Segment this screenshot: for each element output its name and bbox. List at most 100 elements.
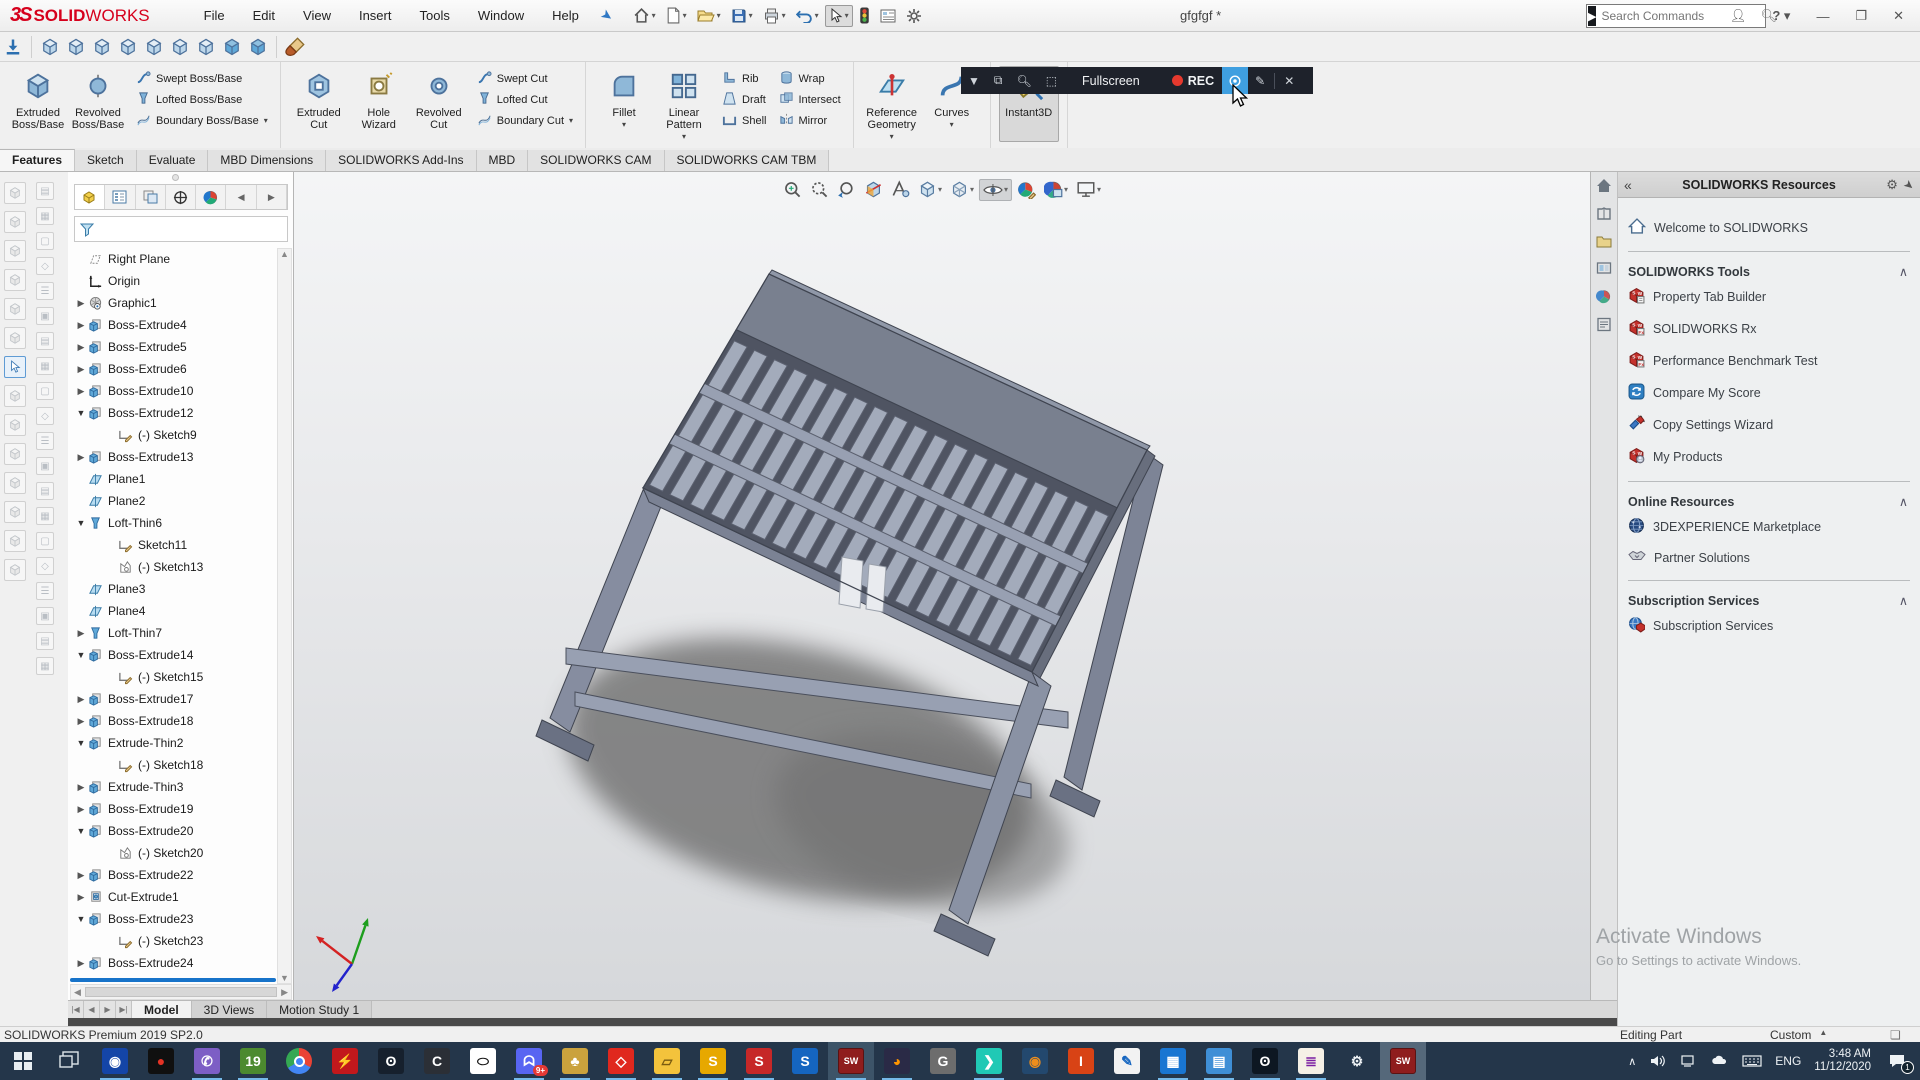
sketch-tool-icon[interactable]: ▦ [36, 357, 54, 375]
expand-right-icon[interactable]: ▶ [74, 386, 88, 397]
reference-geometry-button[interactable]: Reference Geometry▾ [862, 66, 922, 142]
taskbar-anydesk[interactable]: ◇ [598, 1042, 644, 1080]
taskbar-screen-recorder[interactable]: ● [138, 1042, 184, 1080]
menu-file[interactable]: File [192, 4, 237, 27]
pane-scroll-left[interactable]: ◀ [226, 185, 256, 209]
tab-mbd-dimensions[interactable]: MBD Dimensions [208, 150, 326, 171]
taskbar-discord[interactable]: ᗣ9+ [506, 1042, 552, 1080]
taskbar-start[interactable] [0, 1042, 46, 1080]
tree-item-boss-extrude12[interactable]: ▼Boss-Extrude12 [70, 402, 278, 424]
taskbar-winrar-game[interactable]: ♣ [552, 1042, 598, 1080]
view-tool-icon[interactable] [4, 414, 26, 436]
part-tree-tab[interactable] [75, 185, 105, 209]
dropdown-caret-icon[interactable]: ▾ [569, 116, 573, 125]
view-tool-icon[interactable] [4, 269, 26, 291]
view-orientation-cube-icon[interactable] [66, 37, 86, 57]
configuration-manager-tab[interactable] [136, 185, 166, 209]
rollback-bar[interactable] [70, 978, 276, 982]
home-button[interactable]: ▾ [629, 4, 660, 27]
nav-next-icon[interactable]: ▶ [100, 1001, 116, 1018]
expand-right-icon[interactable]: ▶ [74, 694, 88, 705]
tree-item-boss-extrude22[interactable]: ▶Boss-Extrude22 [70, 864, 278, 886]
boundary-boss-base-button[interactable]: Boundary Boss/Base▾ [132, 110, 272, 131]
taskbar-task-view[interactable] [46, 1042, 92, 1080]
collapse-section-icon[interactable]: ∧ [1899, 264, 1908, 279]
expand-right-icon[interactable]: ▶ [74, 452, 88, 463]
menu-tools[interactable]: Tools [407, 4, 461, 27]
dropdown-caret-icon[interactable]: ▾ [264, 116, 268, 125]
pane-options-gear-icon[interactable]: ⚙ [1886, 177, 1898, 193]
tab-sketch[interactable]: Sketch [75, 150, 137, 171]
sketch-tool-icon[interactable]: ▣ [36, 457, 54, 475]
sketch-tool-icon[interactable]: ▣ [36, 607, 54, 625]
taskbar-winrar[interactable]: ≣ [1288, 1042, 1334, 1080]
scroll-right-icon[interactable]: ▶ [281, 987, 288, 998]
tree-item-graphic1[interactable]: ▶Graphic1 [70, 292, 278, 314]
shell-button[interactable]: Shell [718, 110, 770, 131]
view-tool-icon[interactable] [4, 501, 26, 523]
previous-view-button[interactable] [834, 178, 859, 201]
expand-down-icon[interactable]: ▼ [74, 826, 88, 836]
taskbar-oculus[interactable]: ⬭ [460, 1042, 506, 1080]
options-gear-button[interactable] [902, 5, 926, 27]
tree-item-boss-extrude19[interactable]: ▶Boss-Extrude19 [70, 798, 278, 820]
expand-right-icon[interactable]: ▶ [74, 892, 88, 903]
hide-show-items-button[interactable]: ▾ [979, 179, 1012, 201]
tree-item-origin[interactable]: Origin [70, 270, 278, 292]
link-compare-my-score[interactable]: Compare My Score [1618, 377, 1920, 409]
welcome-link[interactable]: Welcome to SOLIDWORKS [1618, 212, 1920, 243]
hole-wizard-button[interactable]: Hole Wizard [349, 66, 409, 142]
nav-first-icon[interactable]: |◀ [68, 1001, 84, 1018]
view-tool-icon[interactable] [4, 240, 26, 262]
expand-down-icon[interactable]: ▼ [74, 738, 88, 748]
tree-item-plane1[interactable]: Plane1 [70, 468, 278, 490]
collapse-pane-icon[interactable]: « [1624, 177, 1632, 193]
tree-vertical-scrollbar[interactable]: ▲▼ [277, 248, 292, 984]
view-tool-icon[interactable] [4, 472, 26, 494]
view-orientation-button[interactable]: ▾ [915, 178, 945, 201]
tree-item-sketch15[interactable]: (-) Sketch15 [70, 666, 278, 688]
close-button[interactable]: ✕ [1887, 6, 1910, 26]
expand-right-icon[interactable]: ▶ [74, 364, 88, 375]
sketch-tool-icon[interactable]: ▦ [36, 207, 54, 225]
edit-appearance-button[interactable] [1014, 178, 1039, 201]
help-icon[interactable]: ? ▾ [1766, 6, 1796, 26]
dropdown-caret-icon[interactable]: ▾ [890, 132, 894, 141]
taskbar-blender[interactable]: ◉ [1012, 1042, 1058, 1080]
expand-right-icon[interactable]: ▶ [74, 804, 88, 815]
extruded-boss-base-button[interactable]: Extruded Boss/Base [8, 66, 68, 142]
tree-item-loft-thin6[interactable]: ▼Loft-Thin6 [70, 512, 278, 534]
rib-button[interactable]: Rib [718, 68, 770, 89]
new-document-button[interactable]: ▾ [662, 4, 691, 27]
tree-item-boss-extrude20[interactable]: ▼Boss-Extrude20 [70, 820, 278, 842]
minimize-button[interactable]: — [1810, 7, 1835, 26]
wrap-button[interactable]: Wrap [775, 68, 845, 89]
volume-icon[interactable] [1649, 1054, 1667, 1068]
sketch-tool-icon[interactable]: ▤ [36, 182, 54, 200]
pane-pin-icon[interactable]: ➤ [1901, 176, 1918, 193]
user-account-icon[interactable]: 👤︎ [1724, 6, 1753, 26]
tab-solidworks-cam-tbm[interactable]: SOLIDWORKS CAM TBM [665, 150, 830, 171]
collapse-section-icon[interactable]: ∧ [1899, 494, 1908, 509]
taskbar-settings[interactable]: ⚙ [1334, 1042, 1380, 1080]
lofted-cut-button[interactable]: Lofted Cut [473, 89, 577, 110]
sketch-tool-icon[interactable]: ☰ [36, 582, 54, 600]
expand-down-icon[interactable]: ▼ [74, 914, 88, 924]
taskbar-movie-app[interactable]: ▦ [1150, 1042, 1196, 1080]
taskbar-photo-editor[interactable]: ✎ [1104, 1042, 1150, 1080]
view-orientation-cube-icon[interactable] [196, 37, 216, 57]
view-tool-icon[interactable] [4, 559, 26, 581]
taskbar-sketchup[interactable]: S [690, 1042, 736, 1080]
lofted-boss-base-button[interactable]: Lofted Boss/Base [132, 89, 272, 110]
draft-button[interactable]: Draft [718, 89, 770, 110]
link-copy-settings-wizard[interactable]: Copy Settings Wizard [1618, 409, 1920, 441]
section-online-resources[interactable]: Online Resources∧ [1618, 490, 1920, 511]
taskbar-chrome[interactable] [276, 1042, 322, 1080]
taskbar-vegas[interactable]: S [782, 1042, 828, 1080]
recorder-close-icon[interactable]: ✕ [1277, 74, 1301, 88]
section-subscription-services[interactable]: Subscription Services∧ [1618, 589, 1920, 610]
view-orientation-cube-icon[interactable] [118, 37, 138, 57]
view-tool-icon[interactable] [4, 211, 26, 233]
expand-down-icon[interactable]: ▼ [74, 408, 88, 418]
intersect-button[interactable]: Intersect [775, 89, 845, 110]
